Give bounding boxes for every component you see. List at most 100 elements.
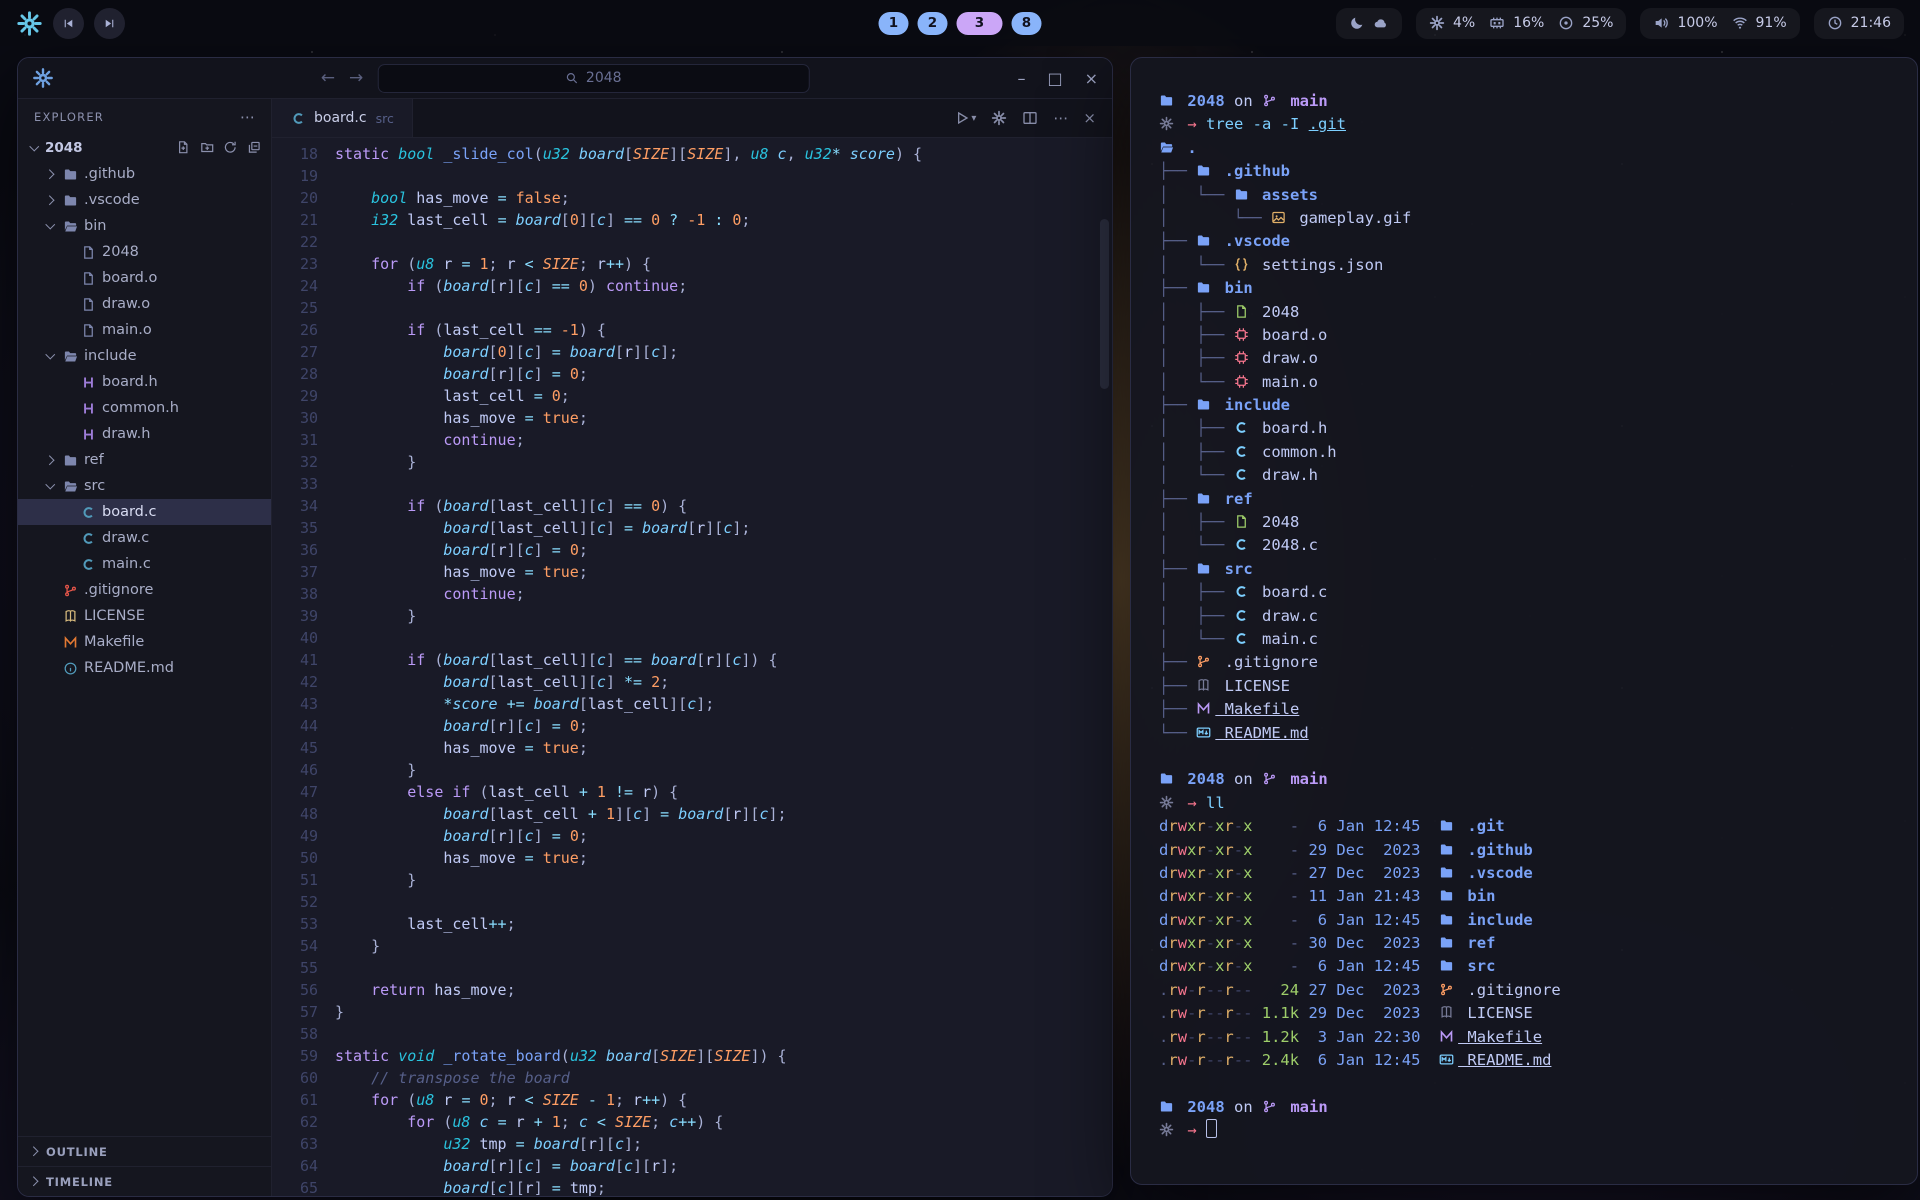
chevron-spacer [44, 610, 57, 623]
minimize-button[interactable]: – [1017, 69, 1025, 88]
tree-item-include[interactable]: include [18, 343, 271, 369]
terminal-line: drwxr-xr-x - 6 Jan 12:45 src [1159, 955, 1889, 978]
tree-item-label: main.c [102, 556, 151, 572]
folder-open-icon [62, 348, 79, 364]
terminal-line: ├── .gitignore [1159, 651, 1889, 674]
tree-item-src[interactable]: src [18, 473, 271, 499]
code-line: 43 *score += board[last_cell][c]; [272, 693, 1112, 715]
tree-item-README.md[interactable]: README.md [18, 655, 271, 681]
more-actions-button[interactable]: ⋯ [1053, 109, 1068, 127]
audio-network-widget[interactable]: 100% 91% [1640, 8, 1799, 39]
terminal-window[interactable]: 2048 on main → tree -a -I .git .├── .git… [1130, 57, 1918, 1185]
project-root-row[interactable]: 2048 [18, 135, 271, 160]
nav-forward-icon[interactable]: → [349, 68, 363, 88]
tree-item-board.c[interactable]: board.c [18, 499, 271, 525]
clock-icon [1827, 15, 1843, 31]
code-line: 34 if (board[last_cell][c] == 0) { [272, 495, 1112, 517]
chevron-spacer [44, 662, 57, 675]
skip-back-icon [62, 17, 75, 30]
clang-icon [1234, 443, 1253, 459]
tree-item-.gitignore[interactable]: .gitignore [18, 577, 271, 603]
tree-item-ref[interactable]: ref [18, 447, 271, 473]
volume-level: 100% [1677, 15, 1717, 31]
code-line: 54 } [272, 935, 1112, 957]
media-next-button[interactable] [94, 8, 125, 39]
tree-item-label: .gitignore [84, 582, 153, 598]
chip-icon [1234, 373, 1253, 389]
tree-item-Makefile[interactable]: Makefile [18, 629, 271, 655]
chevron-spacer [44, 636, 57, 649]
terminal-line: .rw-r--r-- 2.4k 6 Jan 12:45 README.md [1159, 1049, 1889, 1072]
terminal-line: │ └── 2048.c [1159, 534, 1889, 557]
tree-item-main.c[interactable]: main.c [18, 551, 271, 577]
chevron-spacer [62, 246, 75, 259]
code-line: 53 last_cell++; [272, 913, 1112, 935]
folder-open-icon [1159, 139, 1178, 155]
tree-item-board.o[interactable]: board.o [18, 265, 271, 291]
editor-settings-button[interactable] [991, 110, 1007, 126]
new-folder-button[interactable] [200, 140, 215, 155]
tree-item-draw.c[interactable]: draw.c [18, 525, 271, 551]
weather-widget[interactable] [1336, 8, 1402, 39]
workspace-3[interactable]: 3 [957, 12, 1003, 35]
tree-item-draw.h[interactable]: draw.h [18, 421, 271, 447]
line-number: 36 [272, 539, 335, 561]
folder-icon [1439, 911, 1458, 927]
terminal-line: │ └── gameplay.gif [1159, 207, 1889, 230]
terminal-line [1159, 745, 1889, 768]
system-stats-widget[interactable]: 4% 16% 25% [1416, 8, 1626, 39]
line-number: 46 [272, 759, 335, 781]
timeline-section[interactable]: TIMELINE [18, 1166, 271, 1196]
git-icon [62, 582, 79, 598]
close-button[interactable]: × [1085, 69, 1098, 88]
tree-item-common.h[interactable]: common.h [18, 395, 271, 421]
tree-item-board.h[interactable]: board.h [18, 369, 271, 395]
run-file-button[interactable]: ▾ [954, 110, 976, 126]
media-prev-button[interactable] [53, 8, 84, 39]
clock-widget[interactable]: 21:46 [1814, 8, 1904, 39]
tree-item-.github[interactable]: .github [18, 161, 271, 187]
tree-item-label: board.c [102, 504, 156, 520]
command-center-search[interactable]: 2048 [377, 64, 809, 93]
code-line: 46 } [272, 759, 1112, 781]
tree-item-main.o[interactable]: main.o [18, 317, 271, 343]
tree-item-bin[interactable]: bin [18, 213, 271, 239]
system-logo-icon[interactable] [16, 10, 43, 37]
make-icon [1196, 700, 1215, 716]
refresh-explorer-button[interactable] [223, 140, 238, 155]
tree-item-.vscode[interactable]: .vscode [18, 187, 271, 213]
tree-item-draw.o[interactable]: draw.o [18, 291, 271, 317]
code-line: 30 has_move = true; [272, 407, 1112, 429]
workspace-1[interactable]: 1 [879, 12, 909, 35]
workspace-2[interactable]: 2 [918, 12, 948, 35]
code-area[interactable]: 18static bool _slide_col(u32 board[SIZE]… [272, 138, 1112, 1196]
terminal-body[interactable]: 2048 on main → tree -a -I .git .├── .git… [1131, 58, 1917, 1163]
chevron-down-icon [44, 480, 57, 493]
maximize-button[interactable]: □ [1047, 69, 1062, 88]
tree-item-label: draw.h [102, 426, 150, 442]
new-file-button[interactable] [176, 140, 191, 155]
split-editor-button[interactable] [1022, 110, 1038, 126]
collapse-folders-button[interactable] [247, 140, 262, 155]
run-dropdown-caret[interactable]: ▾ [971, 113, 976, 124]
search-icon [565, 71, 579, 85]
line-number: 28 [272, 363, 335, 385]
tree-item-LICENSE[interactable]: LICENSE [18, 603, 271, 629]
vscode-titlebar[interactable]: ← → 2048 – □ × [18, 58, 1112, 99]
explorer-more-button[interactable]: ⋯ [240, 108, 255, 126]
line-number: 26 [272, 319, 335, 341]
explorer-title: EXPLORER [34, 110, 104, 124]
chevron-right-icon [28, 1175, 41, 1188]
code-line: 31 continue; [272, 429, 1112, 451]
branch-icon [1262, 770, 1281, 786]
code-line: 21 i32 last_cell = board[0][c] == 0 ? -1… [272, 209, 1112, 231]
outline-section[interactable]: OUTLINE [18, 1136, 271, 1166]
tab-board-c[interactable]: board.c src [272, 99, 413, 137]
tree-item-2048[interactable]: 2048 [18, 239, 271, 265]
line-number: 37 [272, 561, 335, 583]
nav-back-icon[interactable]: ← [321, 68, 335, 88]
workspace-8[interactable]: 8 [1012, 12, 1042, 35]
close-editor-button[interactable]: × [1083, 109, 1096, 127]
tab-label: board.c [314, 110, 367, 126]
editor-scrollbar[interactable] [1100, 219, 1109, 389]
